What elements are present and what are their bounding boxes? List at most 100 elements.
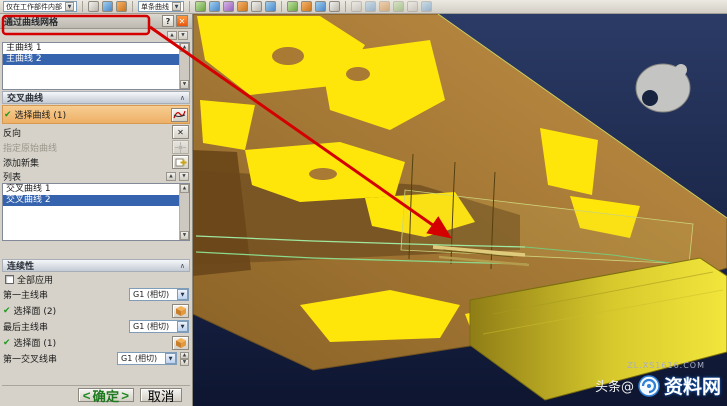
check-icon: ✔ bbox=[4, 110, 12, 120]
list-label-row: 列表 ▲ ▼ bbox=[2, 170, 190, 182]
scroll-up-icon[interactable]: ▲ bbox=[180, 352, 189, 359]
cube-icon bbox=[175, 337, 187, 349]
toolbar-icon[interactable] bbox=[209, 1, 220, 12]
specify-origin-label: 指定原始曲线 bbox=[3, 141, 169, 154]
point-icon bbox=[175, 142, 186, 153]
toolbar-icon[interactable] bbox=[265, 1, 276, 12]
select-curve-row[interactable]: ✔ 选择曲线 (1) bbox=[2, 105, 190, 124]
3d-viewport[interactable] bbox=[193, 14, 727, 406]
apply-all-label: 全部应用 bbox=[17, 273, 189, 286]
toolbar-icon[interactable] bbox=[102, 1, 113, 12]
last-primary-row: 最后主线串 G1 (相切) ▼ bbox=[2, 319, 190, 334]
reverse-label: 反向 bbox=[3, 126, 169, 139]
cube-icon bbox=[175, 305, 187, 317]
list-item[interactable]: 主曲线 2 bbox=[3, 54, 179, 65]
toolbar-icon[interactable] bbox=[116, 1, 127, 12]
scope-combo[interactable]: 仅在工作部件内部 ▼ bbox=[3, 1, 77, 12]
dialog-titlebar[interactable]: 通过曲线网格 ? ✕ bbox=[0, 14, 192, 29]
watermark-brand: 资料网 bbox=[664, 372, 721, 399]
toolbar-icon[interactable] bbox=[88, 1, 99, 12]
ok-decor: < bbox=[83, 388, 91, 403]
specify-origin-row: 指定原始曲线 bbox=[2, 140, 190, 154]
scroll-up-icon[interactable]: ▲ bbox=[180, 43, 189, 52]
section-label: 连续性 bbox=[7, 259, 34, 272]
section-cross-curves[interactable]: 交叉曲线 ∧ bbox=[2, 91, 190, 104]
toolbar-icon[interactable] bbox=[195, 1, 206, 12]
toolbar-icon[interactable] bbox=[287, 1, 298, 12]
first-primary-select[interactable]: G1 (相切) ▼ bbox=[129, 288, 189, 301]
chevron-down-icon[interactable]: ▼ bbox=[65, 2, 74, 11]
chevron-up-icon[interactable]: ∧ bbox=[180, 94, 185, 102]
toolbar-icon[interactable] bbox=[351, 1, 362, 12]
dialog-body: ▲ ▼ 主曲线 1 主曲线 2 ▲ ▼ 交叉曲线 ∧ ✔ 选择曲线 (1) bbox=[0, 29, 192, 406]
main-curves-list[interactable]: 主曲线 1 主曲线 2 ▲ ▼ bbox=[2, 42, 190, 90]
curve-pick-button[interactable] bbox=[171, 108, 188, 122]
list-item-empty bbox=[3, 76, 179, 87]
scroll-down-icon[interactable]: ▼ bbox=[180, 80, 189, 89]
chevron-down-icon[interactable]: ▼ bbox=[177, 289, 188, 300]
chevron-up-icon[interactable]: ∧ bbox=[180, 262, 185, 270]
select-face-label: 选择面 (1) bbox=[14, 336, 169, 349]
list-item-empty bbox=[3, 217, 179, 228]
toolbar-icon[interactable] bbox=[301, 1, 312, 12]
move-up-icon[interactable]: ▲ bbox=[166, 172, 176, 181]
select-face-button[interactable] bbox=[172, 336, 189, 350]
toolbar-icon[interactable] bbox=[379, 1, 390, 12]
scroll-up-icon[interactable]: ▲ bbox=[180, 184, 189, 193]
first-cross-label: 第一交叉线串 bbox=[3, 352, 114, 365]
chevron-down-icon[interactable]: ▼ bbox=[172, 2, 181, 11]
apply-all-row: 全部应用 bbox=[2, 273, 190, 286]
curve-rule-combo[interactable]: 单条曲线 ▼ bbox=[138, 1, 184, 12]
toolbar-icon[interactable] bbox=[237, 1, 248, 12]
chevron-down-icon[interactable]: ▼ bbox=[165, 353, 176, 364]
list-item[interactable]: 交叉曲线 1 bbox=[3, 184, 179, 195]
curve-icon bbox=[173, 109, 186, 120]
add-new-set-button[interactable] bbox=[172, 155, 189, 169]
cancel-button[interactable]: 取消 bbox=[140, 388, 182, 402]
list-spin-row: ▲ ▼ bbox=[2, 31, 190, 41]
close-icon[interactable]: ✕ bbox=[176, 15, 188, 27]
add-new-set-label: 添加新集 bbox=[3, 156, 169, 169]
last-primary-select[interactable]: G1 (相切) ▼ bbox=[129, 320, 189, 333]
cross-curves-list[interactable]: 交叉曲线 1 交叉曲线 2 ▲ ▼ bbox=[2, 183, 190, 241]
last-primary-label: 最后主线串 bbox=[3, 320, 126, 333]
watermark-prefix: 头条@ bbox=[595, 376, 634, 395]
select-face-label: 选择面 (2) bbox=[14, 304, 169, 317]
list-scrollbar[interactable]: ▲ ▼ bbox=[179, 184, 189, 240]
reverse-direction-button[interactable]: ✕ bbox=[172, 125, 189, 139]
toolbar-icon[interactable] bbox=[407, 1, 418, 12]
toolbar-icon[interactable] bbox=[315, 1, 326, 12]
list-item[interactable]: 主曲线 1 bbox=[3, 43, 179, 54]
move-down-icon[interactable]: ▼ bbox=[178, 31, 188, 40]
toolbar-icon[interactable] bbox=[251, 1, 262, 12]
toolbar-icon[interactable] bbox=[365, 1, 376, 12]
toolbar-separator bbox=[82, 1, 83, 12]
toolbar-separator bbox=[281, 1, 282, 12]
toolbar-icon[interactable] bbox=[393, 1, 404, 12]
toolbar-separator bbox=[132, 1, 133, 12]
section-continuity[interactable]: 连续性 ∧ bbox=[2, 259, 190, 272]
move-down-icon[interactable]: ▼ bbox=[179, 172, 189, 181]
list-item[interactable]: 交叉曲线 2 bbox=[3, 195, 179, 206]
help-icon[interactable]: ? bbox=[162, 15, 174, 27]
move-up-icon[interactable]: ▲ bbox=[167, 31, 177, 40]
first-primary-row: 第一主线串 G1 (相切) ▼ bbox=[2, 287, 190, 302]
toolbar-separator bbox=[345, 1, 346, 12]
scroll-down-icon[interactable]: ▼ bbox=[180, 231, 189, 240]
scroll-down-icon[interactable]: ▼ bbox=[180, 359, 189, 366]
list-item-empty bbox=[3, 206, 179, 217]
chevron-down-icon[interactable]: ▼ bbox=[177, 321, 188, 332]
toolbar-icon[interactable] bbox=[329, 1, 340, 12]
list-scrollbar[interactable]: ▲ ▼ bbox=[179, 43, 189, 89]
dialog-title: 通过曲线网格 bbox=[4, 15, 58, 28]
first-cross-select[interactable]: G1 (相切) ▼ bbox=[117, 352, 177, 365]
apply-all-checkbox[interactable] bbox=[5, 275, 14, 284]
plus-icon bbox=[175, 156, 187, 168]
toolbar-icon[interactable] bbox=[421, 1, 432, 12]
ok-button[interactable]: < 确定 > bbox=[78, 388, 134, 402]
select-face-button[interactable] bbox=[172, 304, 189, 318]
watermark: ZL.XS1616.COM 头条@ 资料网 bbox=[595, 361, 721, 399]
section-label: 交叉曲线 bbox=[7, 91, 43, 104]
list-label: 列表 bbox=[3, 170, 163, 183]
toolbar-icon[interactable] bbox=[223, 1, 234, 12]
